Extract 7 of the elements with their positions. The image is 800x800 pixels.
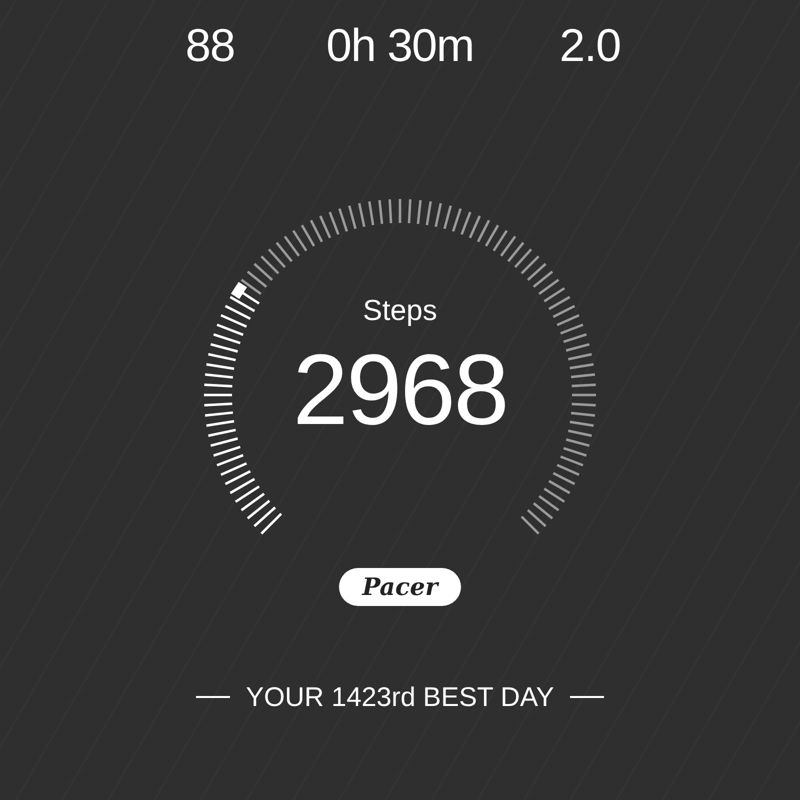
stat-value: 2.0: [560, 22, 620, 68]
pacer-logo: Pacer: [339, 568, 461, 606]
stat-value: 88: [185, 22, 235, 68]
stat-value: 0h 30m: [326, 22, 474, 68]
best-day-text: YOUR 1423rd BEST DAY: [246, 681, 554, 714]
steps-label: Steps: [362, 294, 438, 329]
steps-count: 2968: [292, 340, 508, 440]
